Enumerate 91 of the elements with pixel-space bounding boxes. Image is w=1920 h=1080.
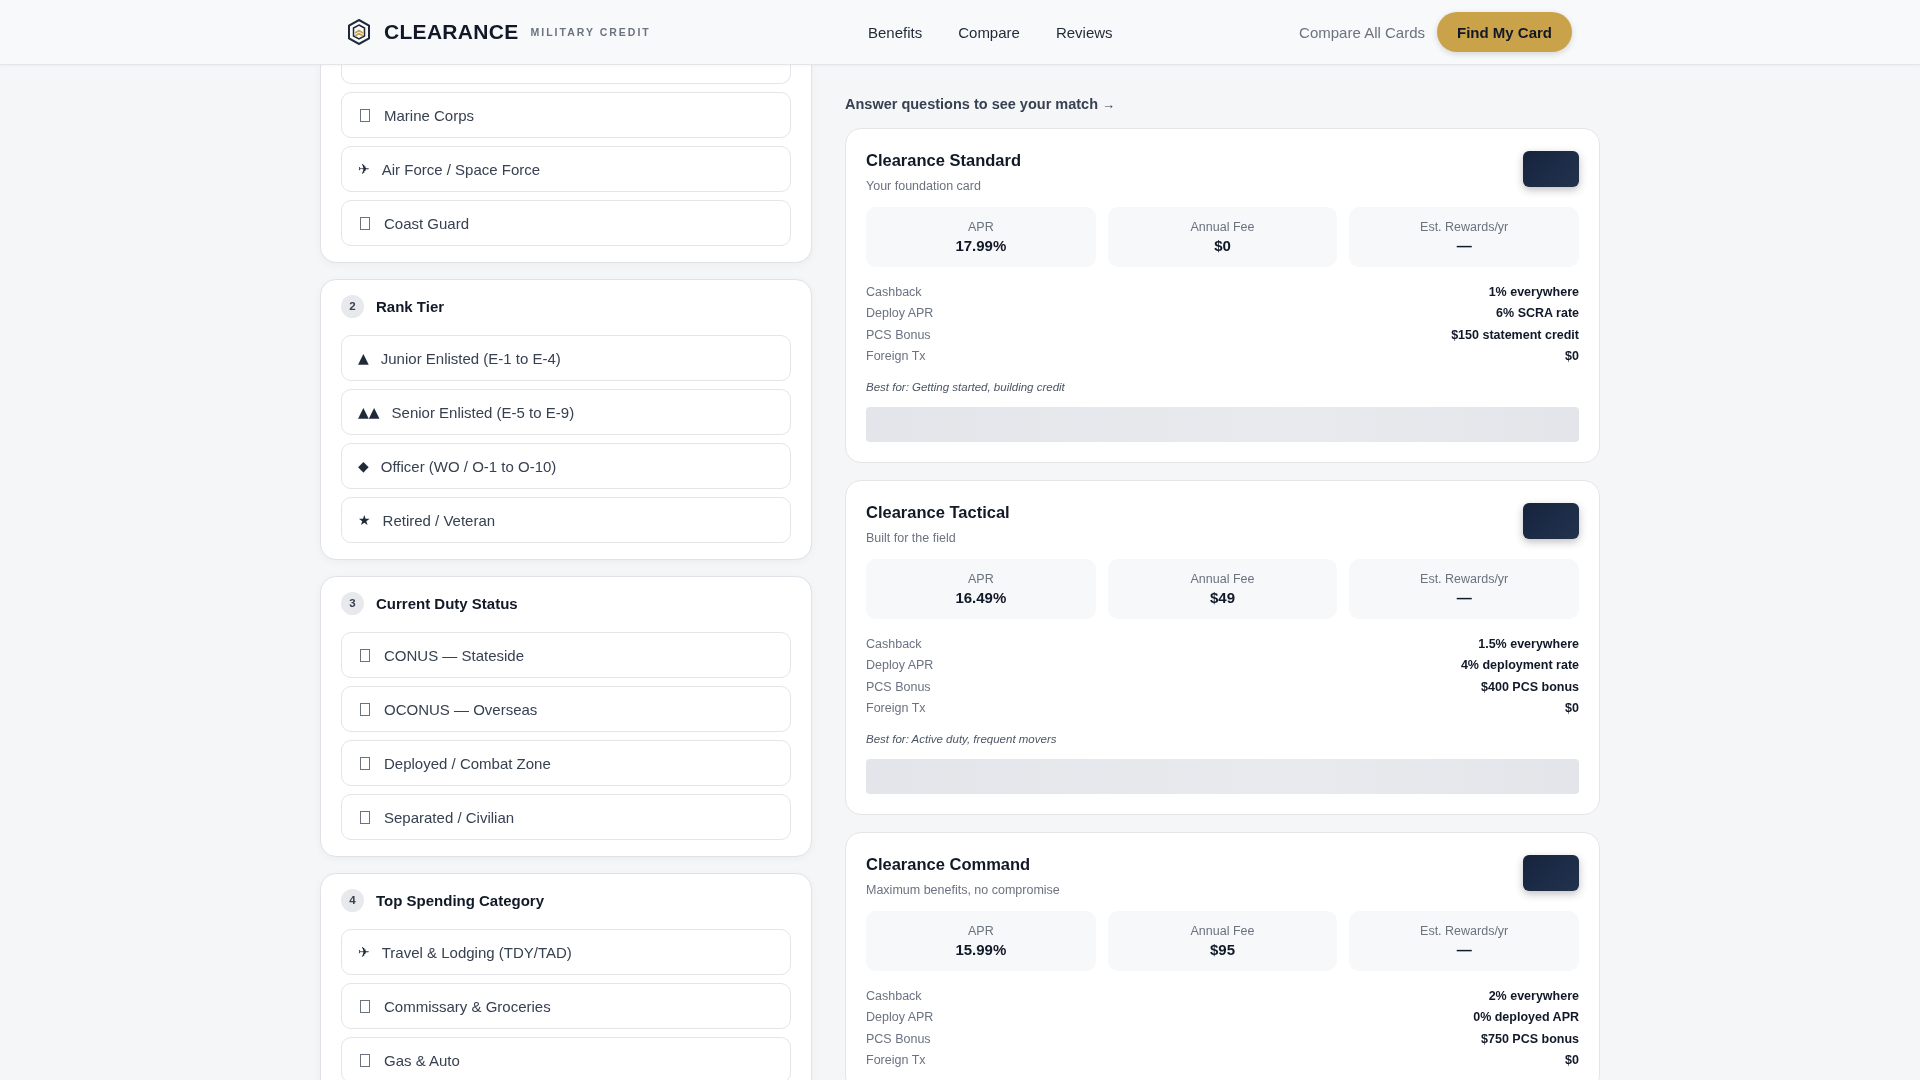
stat-label: APR xyxy=(967,220,994,234)
card-subtitle: Your foundation card xyxy=(866,179,982,193)
box-icon xyxy=(360,756,370,770)
stat-value: $49 xyxy=(1209,589,1235,606)
card-subtitle: Maximum benefits, no compromise xyxy=(866,883,1060,897)
option-button[interactable]: Deployed / Combat Zone xyxy=(341,740,791,786)
detail-label: PCS Bonus xyxy=(866,327,931,342)
box-icon xyxy=(360,702,370,716)
card-name: Clearance Command xyxy=(866,855,1032,874)
detail-value: 0% deployed APR xyxy=(1473,1010,1579,1025)
detail-value: $0 xyxy=(1565,349,1579,364)
option-button[interactable]: OCONUS — Overseas xyxy=(341,686,791,732)
detail-label: PCS Bonus xyxy=(866,1031,931,1046)
find-card-button[interactable]: Find My Card xyxy=(1437,12,1572,52)
nav-link[interactable]: Benefits xyxy=(868,23,923,41)
option-button[interactable]: Gas & Auto xyxy=(341,1037,791,1080)
detail-value: $0 xyxy=(1565,1053,1579,1068)
option-button[interactable]: ★ Retired / Veteran xyxy=(341,497,791,543)
stat-value: 17.99% xyxy=(955,237,1007,254)
detail-label: Cashback xyxy=(866,988,922,1003)
option-button[interactable]: Separated / Civilian xyxy=(341,794,791,840)
option-button[interactable]: ✈ Air Force / Space Force xyxy=(341,146,791,192)
detail-label: Cashback xyxy=(866,284,922,299)
option-button[interactable]: CONUS — Stateside xyxy=(341,632,791,678)
option-button[interactable]: Commissary & Groceries xyxy=(341,983,791,1029)
detail-label: PCS Bonus xyxy=(866,679,931,694)
detail-label: Foreign Tx xyxy=(866,701,926,716)
option-button[interactable]: ▲ Junior Enlisted (E-1 to E-4) xyxy=(341,335,791,381)
detail-label: Foreign Tx xyxy=(866,349,926,364)
detail-value: $150 statement credit xyxy=(1451,327,1579,342)
detail-value: 4% deployment rate xyxy=(1460,658,1579,673)
option-button[interactable]: Marine Corps xyxy=(341,92,791,138)
detail-label: Deploy APR xyxy=(866,1010,934,1025)
stat-label: Est. Rewards/yr xyxy=(1420,924,1509,938)
detail-value: $400 PCS bonus xyxy=(1481,679,1579,694)
stat-label: APR xyxy=(967,572,994,586)
compare-link[interactable]: Compare All Cards xyxy=(1299,23,1425,41)
box-icon xyxy=(360,999,370,1013)
option-button[interactable] xyxy=(341,64,791,84)
stat-label: Est. Rewards/yr xyxy=(1420,572,1509,586)
shield-logo-icon xyxy=(348,19,370,45)
detail-label: Deploy APR xyxy=(866,658,934,673)
step-number: 2 xyxy=(341,294,364,318)
credit-card-icon xyxy=(1523,151,1579,187)
card-name: Clearance Standard xyxy=(866,151,1021,170)
question-title: Top Spending Category xyxy=(376,891,545,909)
step-number: 3 xyxy=(341,591,364,615)
detail-value: 6% SCRA rate xyxy=(1496,306,1579,321)
detail-label: Cashback xyxy=(866,636,922,651)
stat-value: 16.49% xyxy=(955,589,1007,606)
question-title: Current Duty Status xyxy=(376,594,518,612)
card-subtitle: Built for the field xyxy=(866,531,957,545)
stat-label: Annual Fee xyxy=(1190,572,1255,586)
credit-card-icon xyxy=(1523,855,1579,891)
box-icon xyxy=(360,108,370,122)
stat-label: Annual Fee xyxy=(1190,924,1255,938)
option-button[interactable]: Coast Guard xyxy=(341,200,791,246)
detail-value: $0 xyxy=(1565,701,1579,716)
stat-label: Est. Rewards/yr xyxy=(1420,220,1509,234)
brand-name[interactable]: CLEARANCE xyxy=(384,20,519,44)
question-title: Rank Tier xyxy=(376,297,445,315)
option-button[interactable]: ▲▲ Senior Enlisted (E-5 to E-9) xyxy=(341,389,791,435)
credit-card-icon xyxy=(1523,503,1579,539)
best-for-note: Best for: Active duty, frequent movers xyxy=(866,733,1058,745)
match-prompt: Answer questions to see your match → xyxy=(845,96,1117,112)
stat-value: — xyxy=(1456,237,1472,254)
option-button[interactable]: ✈ Travel & Lodging (TDY/TAD) xyxy=(341,929,791,975)
best-for-note: Best for: Getting started, building credit xyxy=(866,381,1066,393)
stat-value: — xyxy=(1456,941,1472,958)
stat-value: 15.99% xyxy=(955,941,1007,958)
detail-value: $750 PCS bonus xyxy=(1481,1031,1579,1046)
stat-label: Annual Fee xyxy=(1190,220,1255,234)
detail-value: 1% everywhere xyxy=(1488,284,1579,299)
box-icon xyxy=(360,810,370,824)
step-number: 4 xyxy=(341,888,364,912)
brand-tagline: MILITARY CREDIT xyxy=(530,26,651,38)
card-name: Clearance Tactical xyxy=(866,503,1010,522)
detail-value: 1.5% everywhere xyxy=(1478,636,1579,651)
nav-link[interactable]: Reviews xyxy=(1055,23,1113,41)
option-button[interactable]: ◆ Officer (WO / O-1 to O-10) xyxy=(341,443,791,489)
detail-label: Foreign Tx xyxy=(866,1053,926,1068)
nav-link[interactable]: Compare xyxy=(958,23,1020,41)
stat-value: — xyxy=(1456,589,1472,606)
detail-value: 2% everywhere xyxy=(1488,988,1579,1003)
stat-value: $0 xyxy=(1214,237,1231,254)
stat-label: APR xyxy=(967,924,994,938)
box-icon xyxy=(360,648,370,662)
box-icon xyxy=(360,216,370,230)
detail-label: Deploy APR xyxy=(866,306,934,321)
box-icon xyxy=(360,1053,370,1067)
stat-value: $95 xyxy=(1209,941,1235,958)
